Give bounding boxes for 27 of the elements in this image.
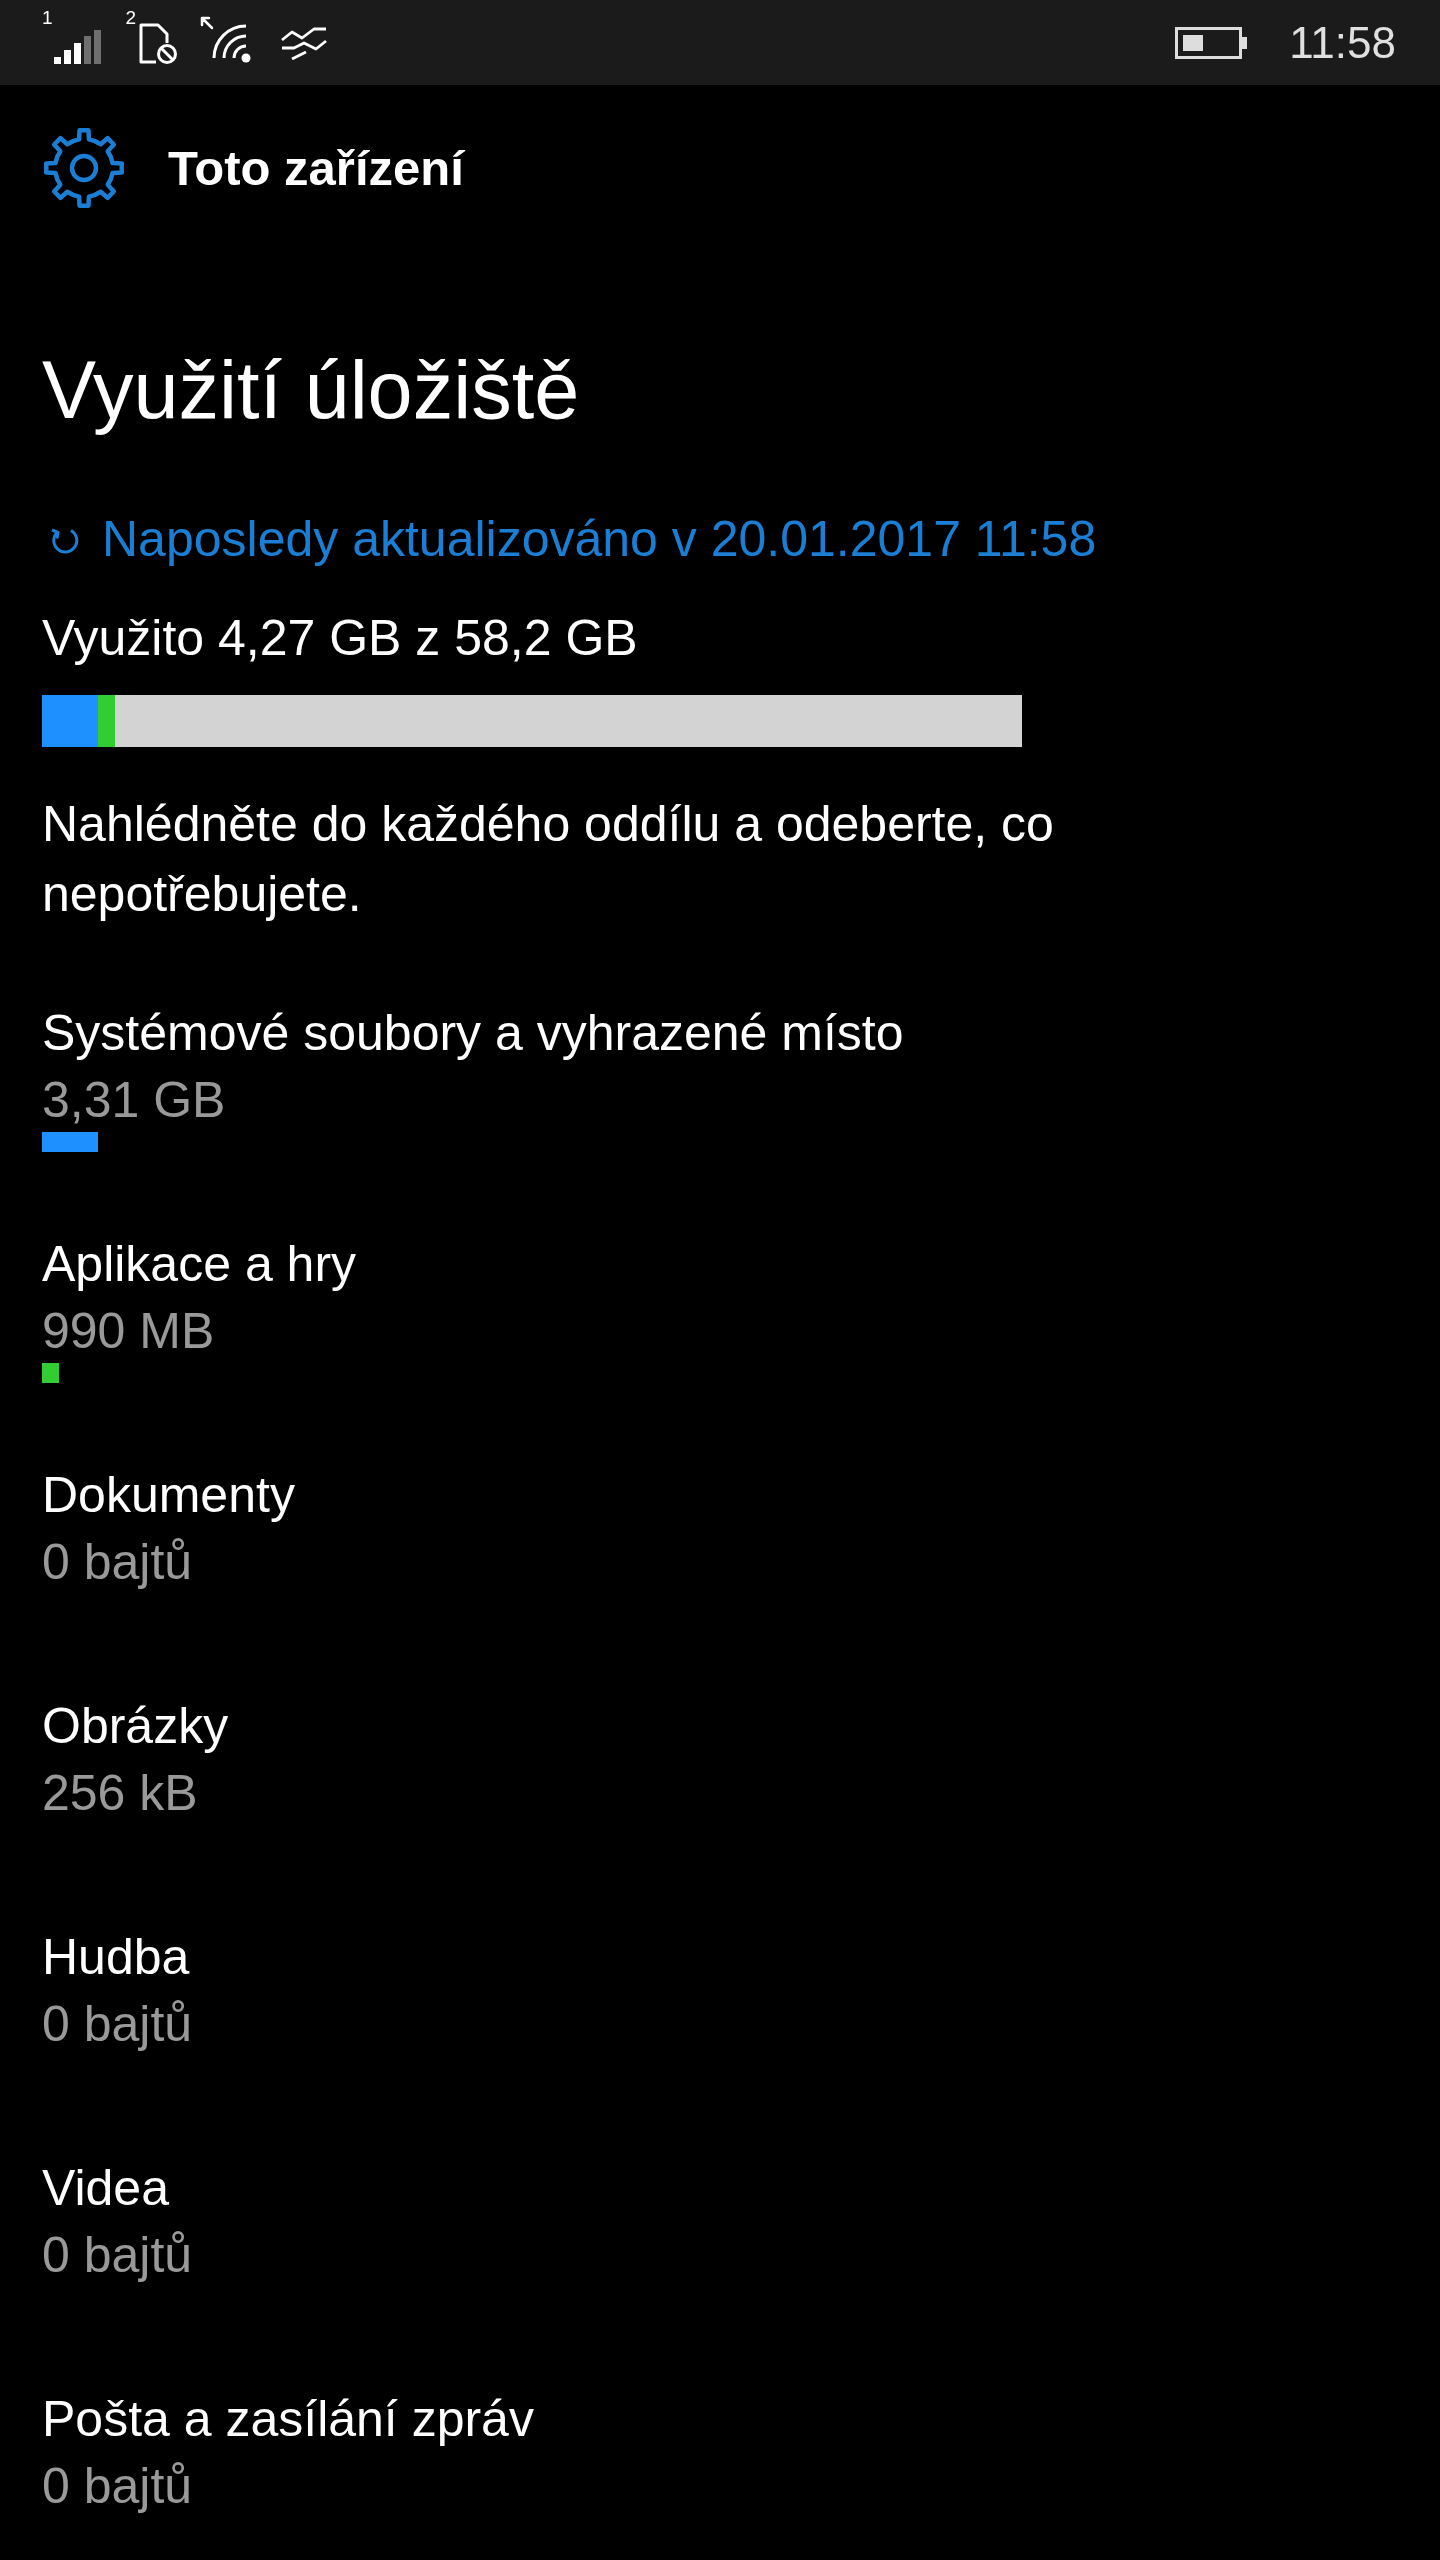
storage-used-text: Využito 4,27 GB z 58,2 GB	[42, 609, 639, 668]
sim-number: 1	[42, 8, 53, 27]
sim-card-blocked-icon	[138, 23, 179, 65]
category-size: 0 bajtů	[42, 2226, 194, 2285]
category-name[interactable]: Obrázky	[42, 1691, 1440, 1761]
refresh-link[interactable]: Naposledy aktualizováno v 20.01.2017 11:58	[102, 504, 1097, 574]
description-text: Nahlédněte do každého oddílu a odeberte, co nepotřebujete.	[42, 795, 1055, 924]
category-size: 3,31 GB	[42, 1071, 227, 1130]
settings-icon	[42, 126, 126, 210]
category-size: 0 bajtů	[42, 1995, 194, 2054]
category-name[interactable]: Hudba	[42, 1922, 1440, 1992]
category-size: 256 kB	[42, 1764, 199, 1823]
category-size: 990 MB	[42, 1302, 216, 1361]
page-title: Využití úložiště	[42, 344, 581, 436]
clock-time: 11:58	[1289, 20, 1396, 65]
category-name[interactable]: Pošta a zasílání zpráv	[42, 2384, 1440, 2454]
category-size: 0 bajtů	[42, 1533, 194, 1592]
category-name[interactable]: Videa	[42, 2153, 1440, 2223]
category-name[interactable]: Systémové soubory a vyhrazené místo	[42, 998, 1440, 1068]
category-size: 0 bajtů	[42, 2457, 194, 2516]
category-name[interactable]: Aplikace a hry	[42, 1229, 1440, 1299]
battery-icon	[1175, 26, 1250, 59]
sim-number: 2	[125, 8, 137, 27]
category-name[interactable]: Dokumenty	[42, 1460, 1440, 1530]
signal-bars-icon	[53, 29, 102, 64]
zigzag-lines-icon	[280, 25, 329, 60]
section-title: Toto zařízení	[168, 139, 464, 197]
